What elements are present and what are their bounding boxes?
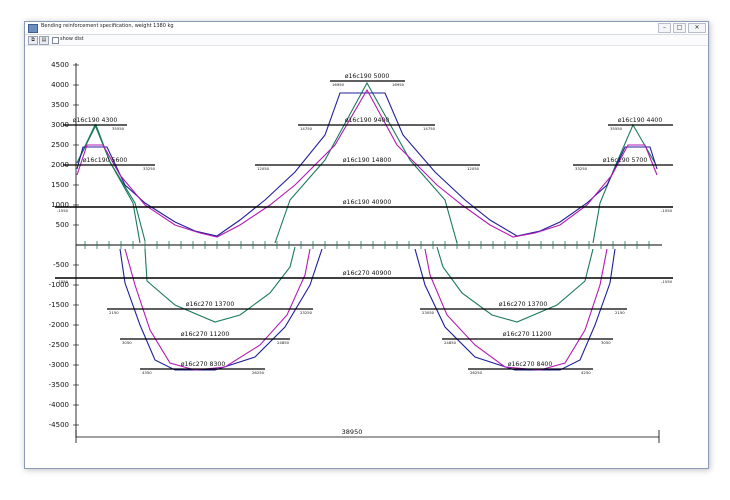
bar-end-label: -1550	[661, 208, 673, 213]
y-tick-label: -2500	[49, 341, 69, 349]
bar-end-label: 16950	[332, 82, 345, 87]
copy-icon[interactable]: ⧉	[28, 36, 38, 45]
y-tick-label: -3000	[49, 361, 69, 369]
y-tick-label: -1500	[49, 301, 69, 309]
bar-label: ø16c190 5600	[83, 157, 128, 164]
bar-end-label: 14750	[300, 126, 313, 131]
bar-label: ø16c190 9400	[345, 117, 390, 124]
bar-end-label: 26250	[470, 370, 483, 375]
bar-label: ø16c270 11200	[181, 331, 230, 338]
minimize-button[interactable]: –	[658, 23, 671, 33]
bar-end-label: 26250	[252, 370, 265, 375]
bar-end-label: 4350	[142, 370, 152, 375]
bar-end-label: 33250	[575, 166, 588, 171]
y-tick-label: -2000	[49, 321, 69, 329]
bar-end-label: 2150	[615, 310, 625, 315]
bar-end-label: 12050	[257, 166, 270, 171]
maximize-button[interactable]: □	[673, 23, 686, 33]
y-tick-label: 4500	[51, 61, 69, 69]
bar-label: ø16c270 8400	[508, 361, 553, 368]
bar-label: ø16c190 4400	[618, 117, 663, 124]
bar-end-label: 16950	[392, 82, 405, 87]
green-curve-bottom-right	[436, 246, 594, 323]
bar-end-label: 2150	[109, 310, 119, 315]
y-tick-label: 4000	[51, 81, 69, 89]
bar-end-label: 3050	[122, 340, 132, 345]
bar-end-label: 4250	[581, 370, 591, 375]
bar-label: ø16c270 11200	[503, 331, 552, 338]
bar-end-label: 23050	[422, 310, 435, 315]
show-dist-checkbox[interactable]	[52, 37, 59, 44]
drawing-canvas: 4500 4000 3500 3000 2500 2000 1500 1000 …	[25, 45, 708, 468]
title-bar: Bending reinforcement specification, wei…	[25, 22, 708, 35]
bar-end-label: -1550	[661, 279, 673, 284]
y-tick-label: 1500	[51, 181, 69, 189]
green-curve-bottom-left	[144, 246, 296, 323]
bar-label: ø16c190 4300	[73, 117, 118, 124]
y-tick-label: -4500	[49, 421, 69, 429]
close-button[interactable]: ✕	[688, 23, 706, 33]
y-tick-label: 500	[56, 221, 69, 229]
y-tick-label: 2500	[51, 141, 69, 149]
print-icon[interactable]: ▤	[39, 36, 49, 45]
reinforcement-drawing: 4500 4000 3500 3000 2500 2000 1500 1000 …	[49, 61, 673, 443]
bar-label: ø16c190 5000	[345, 73, 390, 80]
bar-label: ø16c270 40900	[343, 270, 392, 277]
bar-end-label: 33250	[143, 166, 156, 171]
bar-end-label: 14750	[423, 126, 436, 131]
total-length-label: 38950	[342, 428, 363, 436]
green-curve-top-right	[592, 123, 656, 244]
bar-label: ø16c270 13700	[186, 301, 235, 308]
bar-end-label: 24850	[444, 340, 457, 345]
bar-end-label: 3050	[601, 340, 611, 345]
bar-end-label: 35550	[610, 126, 623, 131]
app-icon	[28, 24, 38, 33]
y-tick-label: -3500	[49, 381, 69, 389]
bar-label: ø16c270 8300	[181, 361, 226, 368]
bar-label: ø16c190 5700	[603, 157, 648, 164]
y-tick-label: -4000	[49, 401, 69, 409]
bar-label: ø16c270 13700	[499, 301, 548, 308]
app-window: Bending reinforcement specification, wei…	[24, 21, 709, 469]
bar-end-label: -1550	[57, 279, 69, 284]
bar-label: ø16c190 14800	[343, 157, 392, 164]
bar-end-label: 12050	[467, 166, 480, 171]
window-title: Bending reinforcement specification, wei…	[41, 23, 174, 29]
bar-label: ø16c190 40900	[343, 199, 392, 206]
y-tick-label: -500	[53, 261, 69, 269]
bar-end-label: 35550	[112, 126, 125, 131]
bar-end-label: 24850	[277, 340, 290, 345]
show-dist-label: show dist	[60, 36, 84, 42]
bar-end-label: -1550	[57, 208, 69, 213]
y-tick-labels: 4500 4000 3500 3000 2500 2000 1500 1000 …	[49, 61, 69, 429]
bar-end-label: 23250	[300, 310, 313, 315]
y-tick-label: 3500	[51, 101, 69, 109]
window-controls: – □ ✕	[658, 23, 706, 33]
